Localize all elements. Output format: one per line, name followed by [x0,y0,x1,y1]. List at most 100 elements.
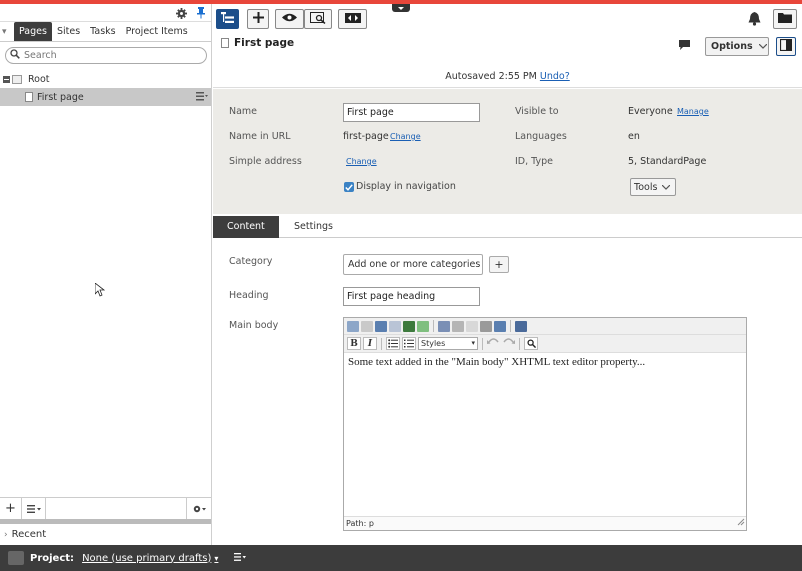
options-label: Options [711,41,753,52]
bullet-list-button[interactable] [386,337,400,350]
simple-address-label: Simple address [229,156,302,167]
gear-icon[interactable] [174,6,188,20]
languages-label: Languages [515,131,567,142]
category-selector[interactable]: Add one or more categories [343,254,483,275]
change-url-link[interactable]: Change [390,132,421,141]
bold-button[interactable]: B [347,337,361,350]
toolbar-separator [381,337,382,350]
content-form: Category Add one or more categories + He… [213,238,802,545]
cut-icon[interactable] [438,320,450,332]
footer-spacer [46,497,187,520]
comment-icon[interactable] [679,40,690,53]
zoom-screen-icon [310,11,326,27]
resize-grip-icon[interactable] [737,518,745,529]
display-in-nav-checkbox[interactable] [344,182,354,192]
search-box[interactable] [5,47,207,64]
editor-body-text[interactable]: Some text added in the "Main body" XHTML… [344,353,746,371]
styles-dropdown[interactable]: Styles ▾ [418,337,478,350]
root-folder-icon [12,74,22,84]
name-input[interactable]: First page [343,103,480,122]
chevron-down-icon[interactable]: ▾ [2,27,14,37]
paste-icon[interactable] [466,320,478,332]
plus-icon [252,12,264,26]
idtype-value: 5, StandardPage [628,156,707,167]
image-icon[interactable] [389,320,401,332]
heading-input[interactable]: First page heading [343,287,480,306]
toolbar-collapse-toggle[interactable] [392,4,410,12]
toggle-properties-pane-button[interactable] [776,37,796,56]
media-icon[interactable] [403,320,415,332]
project-menu-icon[interactable] [234,552,247,564]
toolbar-separator [482,337,483,350]
fullscreen-icon[interactable] [515,320,527,332]
recent-section[interactable]: › Recent [0,524,211,545]
italic-button[interactable]: I [363,337,377,350]
chevron-down-icon: ▾ [471,339,475,347]
list-menu-icon[interactable] [22,497,46,520]
anchor-icon[interactable] [375,320,387,332]
paste-word-icon[interactable] [494,320,506,332]
chevron-right-icon: › [4,529,8,540]
languages-value: en [628,131,640,142]
search-input[interactable] [24,50,194,61]
settings-gear-icon[interactable] [187,498,211,520]
tab-content[interactable]: Content [213,216,279,238]
idtype-label: ID, Type [515,156,553,167]
tree-item-root[interactable]: Root [0,70,211,88]
find-button[interactable] [524,337,538,350]
add-icon[interactable]: + [0,497,22,520]
undo-icon[interactable] [487,337,500,350]
navigation-tree-button[interactable] [216,9,239,29]
page-header: First page Options Autosaved 2:55 PM Und… [213,33,802,88]
manage-link[interactable]: Manage [677,107,709,116]
table-icon[interactable] [417,320,429,332]
eye-icon [282,13,297,25]
page-icon [221,38,229,48]
main-body-label: Main body [229,320,279,331]
collapse-icon[interactable] [3,75,10,83]
tree-item-first-page[interactable]: First page [0,88,211,106]
change-simple-address-link[interactable]: Change [346,157,377,166]
category-label: Category [229,256,273,267]
numbered-list-button[interactable] [402,337,416,350]
page-properties: Name First page Name in URL first-page C… [213,89,802,214]
top-toolbar [212,4,802,33]
bell-icon[interactable] [748,12,761,29]
copy-icon[interactable] [452,320,464,332]
editor-toolbar-2: B I Styles ▾ [344,335,746,353]
preview-button[interactable] [275,9,304,29]
main-body-editor[interactable]: B I Styles ▾ Some text added in the "Mai… [343,317,747,531]
unlink-icon[interactable] [361,320,373,332]
link-icon[interactable] [347,320,359,332]
redo-icon[interactable] [502,337,515,350]
tools-label: Tools [634,181,658,193]
tab-sites[interactable]: Sites [52,22,85,41]
global-menu-button[interactable] [773,9,797,29]
context-menu-icon[interactable] [196,91,208,104]
visible-to-label: Visible to [515,106,559,117]
autosave-text: Autosaved 2:55 PM [445,71,537,82]
view-settings-button[interactable] [304,9,332,29]
add-category-button[interactable]: + [489,256,509,273]
compare-button[interactable] [338,9,367,29]
tab-project-items[interactable]: Project Items [121,22,193,41]
add-content-button[interactable] [247,9,269,29]
editor-path: Path: p [344,516,746,530]
paste-text-icon[interactable] [480,320,492,332]
content-tabs: Content Settings [213,214,802,238]
navigation-pane: ▾ Pages Sites Tasks Project Items Root F… [0,4,212,545]
tools-dropdown[interactable]: Tools [630,178,676,196]
tab-settings[interactable]: Settings [280,216,347,238]
tab-pages[interactable]: Pages [14,22,52,41]
autosave-status: Autosaved 2:55 PM Undo? [213,71,802,82]
undo-link[interactable]: Undo? [540,71,570,82]
page-icon [25,92,33,102]
options-button[interactable]: Options [705,37,769,56]
project-selector[interactable]: None (use primary drafts) ▾ [82,553,218,564]
pane-header [0,4,211,22]
name-label: Name [229,106,258,117]
tab-tasks[interactable]: Tasks [85,22,120,41]
chevron-down-icon: ▾ [214,553,219,563]
pin-icon[interactable] [194,6,208,20]
folder-icon [778,12,792,26]
